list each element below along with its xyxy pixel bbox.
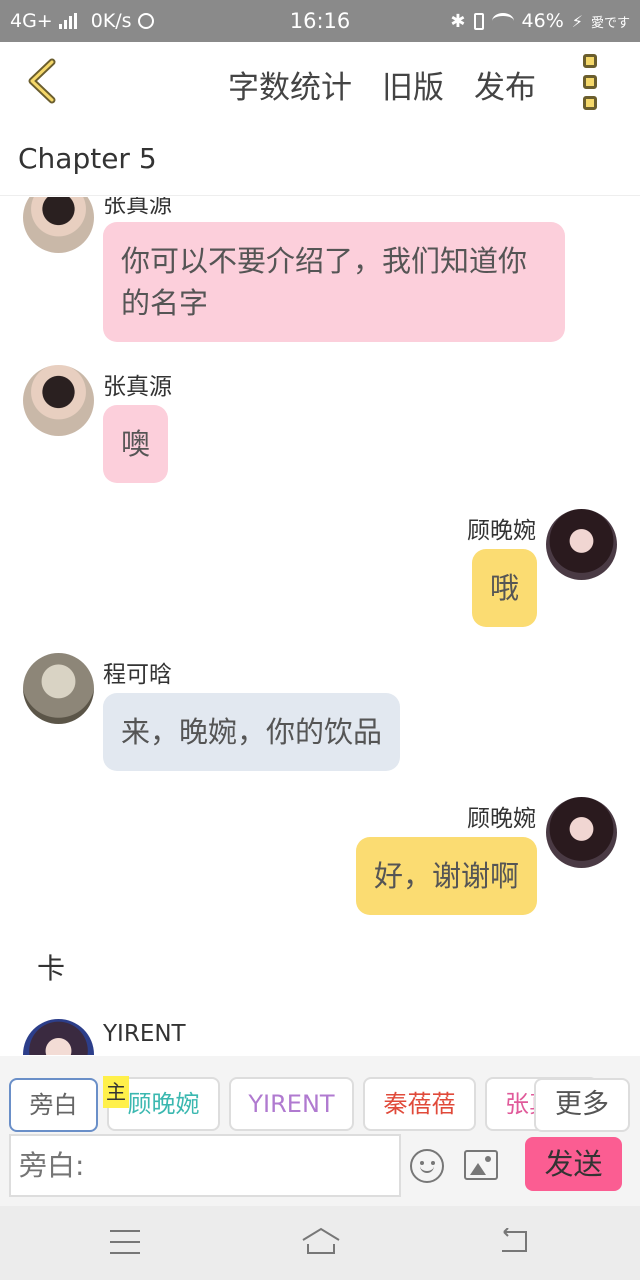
chapter-bar: Chapter 5 <box>0 122 640 196</box>
narration-text[interactable]: 卡 <box>37 947 65 987</box>
character-chip-qin-beibei[interactable]: 秦蓓蓓 <box>363 1077 476 1131</box>
image-icon[interactable] <box>464 1150 498 1180</box>
more-characters-button[interactable]: 更多 <box>534 1078 630 1132</box>
speaker-name: YIRENT <box>103 1021 186 1047</box>
status-right: ✱ 46% ⚡ 愛です <box>450 10 630 32</box>
old-version-link[interactable]: 旧版 <box>382 62 444 107</box>
character-selector: 旁白 顾晚婉 主 YIRENT 秦蓓蓓 张真源 更多 <box>0 1056 640 1134</box>
carrier-tag: 愛です <box>590 15 630 31</box>
bluetooth-icon: ✱ <box>450 10 466 32</box>
main-character-badge: 主 <box>103 1076 129 1108</box>
character-chip-narrator[interactable]: 旁白 <box>9 1078 98 1132</box>
charging-icon: ⚡ <box>571 11 583 31</box>
wifi-icon <box>491 13 514 29</box>
header-links: 字数统计 旧版 发布 <box>228 62 536 107</box>
chevron-left-icon <box>28 58 56 104</box>
avatar[interactable] <box>23 365 94 436</box>
publish-link[interactable]: 发布 <box>474 62 536 107</box>
avatar[interactable] <box>23 1019 94 1055</box>
vibrate-icon <box>473 12 484 30</box>
avatar[interactable] <box>23 197 94 253</box>
speaker-name: 顾晚婉 <box>467 518 536 544</box>
word-count-link[interactable]: 字数统计 <box>228 62 352 107</box>
character-chip-yirent[interactable]: YIRENT <box>229 1077 354 1131</box>
status-bar: 4G+ 0K/s 16:16 ✱ 46% ⚡ 愛です <box>0 0 640 42</box>
speaker-name: 张真源 <box>103 197 172 218</box>
back-nav-icon[interactable] <box>498 1228 530 1254</box>
avatar[interactable] <box>546 509 617 580</box>
message-input[interactable] <box>9 1134 401 1197</box>
message-bubble[interactable]: 好，谢谢啊 <box>355 837 537 915</box>
battery-percent: 46% <box>521 10 564 32</box>
avatar[interactable] <box>546 797 617 868</box>
message-bubble[interactable]: 哦 <box>471 549 537 627</box>
menu-icon[interactable] <box>110 1230 140 1254</box>
message-bubble[interactable]: 来，晚婉，你的饮品 <box>103 693 401 771</box>
three-dots-vertical-icon[interactable] <box>580 54 600 110</box>
avatar[interactable] <box>23 653 94 724</box>
message-bubble[interactable]: 你可以不要介绍了，我们知道你的名字 <box>103 222 565 342</box>
back-button[interactable] <box>22 56 66 106</box>
system-nav-bar <box>0 1206 640 1280</box>
speaker-name: 张真源 <box>103 374 172 400</box>
speaker-name: 顾晚婉 <box>467 806 536 832</box>
top-toolbar: 字数统计 旧版 发布 <box>0 42 640 122</box>
speaker-name: 程可晗 <box>103 662 172 688</box>
home-icon[interactable] <box>301 1226 341 1256</box>
chat-area[interactable]: 张真源 你可以不要介绍了，我们知道你的名字 张真源 噢 顾晚婉 哦 程可晗 来，… <box>0 197 640 1055</box>
emoji-icon[interactable] <box>410 1149 444 1183</box>
input-row: 发送 <box>0 1134 640 1206</box>
chapter-title[interactable]: Chapter 5 <box>18 142 157 175</box>
send-button[interactable]: 发送 <box>525 1137 622 1191</box>
message-bubble[interactable]: 噢 <box>103 405 169 483</box>
